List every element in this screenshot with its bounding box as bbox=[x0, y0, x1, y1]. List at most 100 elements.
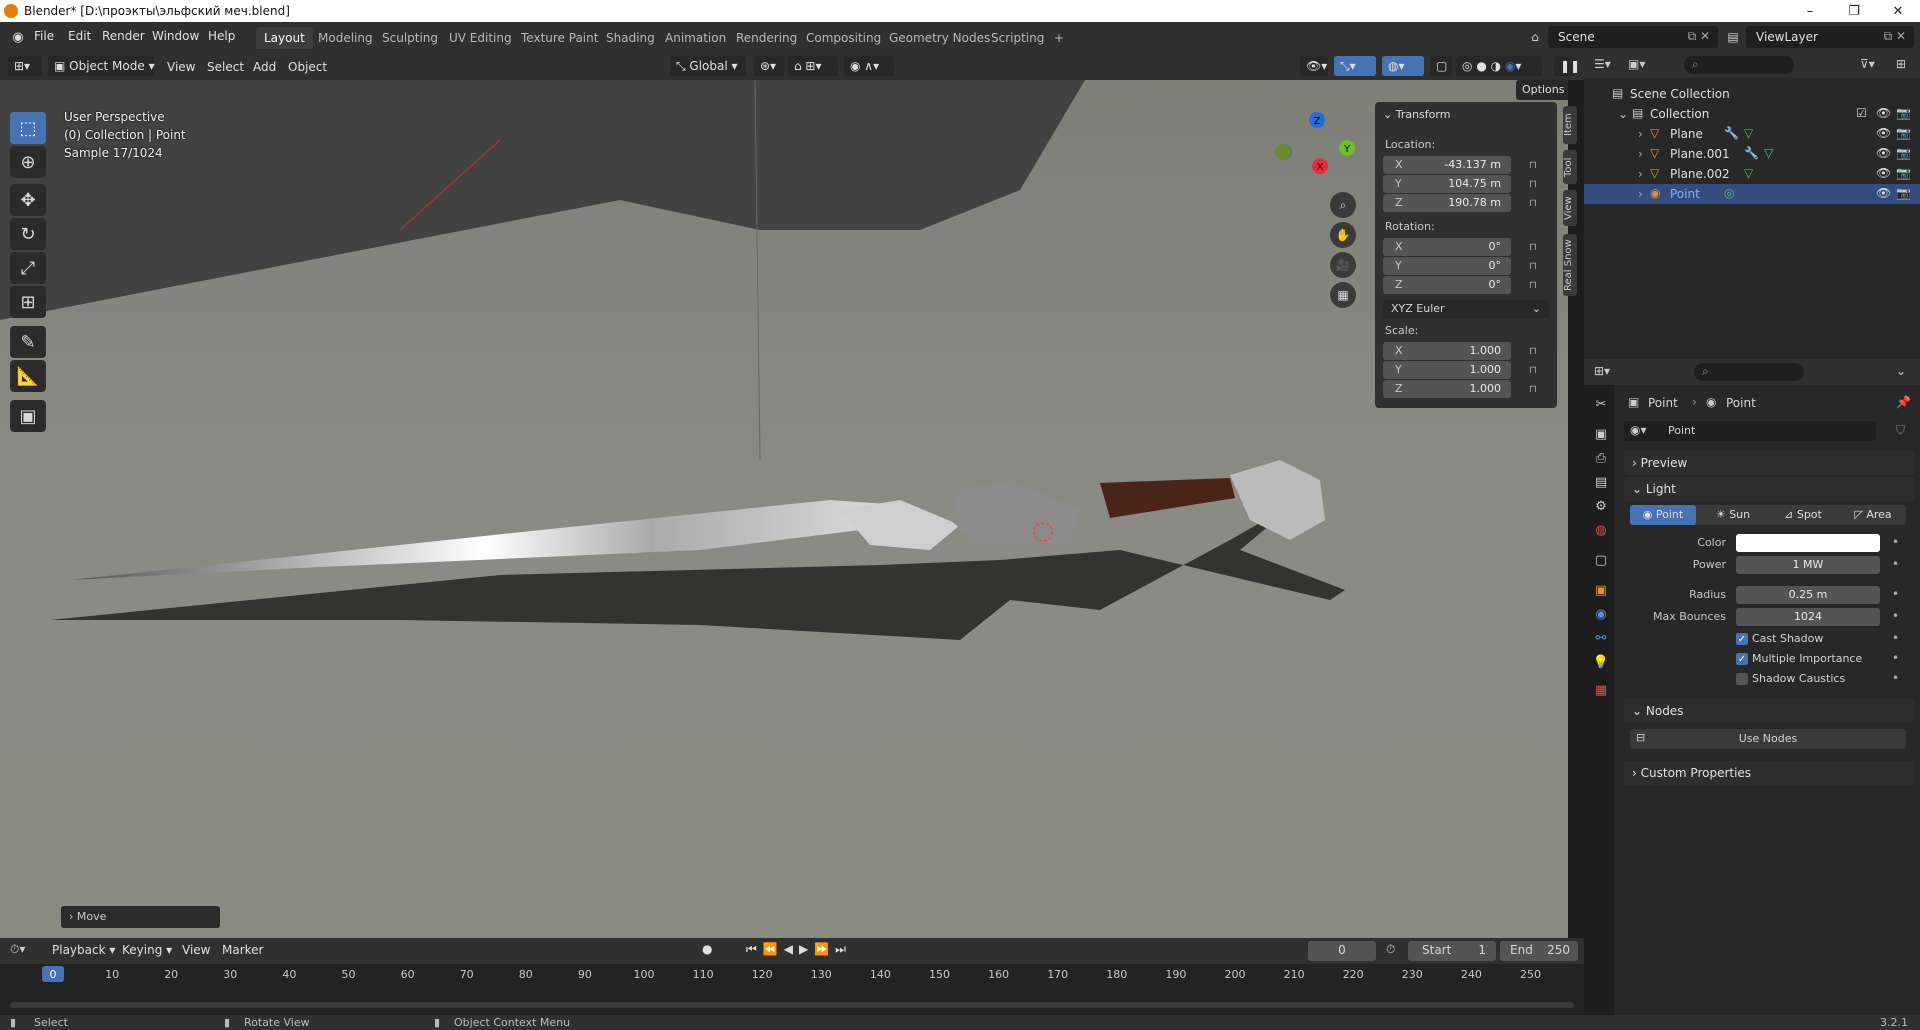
blender-menu-icon[interactable]: ◉ bbox=[10, 29, 26, 45]
pin-icon[interactable]: 📌 bbox=[1896, 395, 1911, 409]
solid-shading-icon[interactable]: ● bbox=[1476, 59, 1486, 73]
light-type-spot[interactable]: ⊿ Spot bbox=[1770, 505, 1836, 525]
section-preview[interactable]: › Preview bbox=[1624, 451, 1914, 475]
start-frame-field[interactable]: Start 1 bbox=[1408, 941, 1496, 961]
measure-icon[interactable]: 📐 bbox=[10, 360, 46, 392]
keyframe-dot-icon[interactable]: • bbox=[1892, 535, 1899, 549]
menu-object[interactable]: Object bbox=[288, 60, 327, 74]
proportional-edit-icon[interactable]: ◉ ∧▾ bbox=[844, 56, 894, 76]
menu-render[interactable]: Render bbox=[102, 29, 145, 43]
menu-edit[interactable]: Edit bbox=[68, 29, 91, 43]
tab-rendering[interactable]: Rendering bbox=[728, 27, 805, 49]
view-mode-icon[interactable]: ▣▾ bbox=[1628, 57, 1645, 71]
lock-icon[interactable]: ⊓ bbox=[1527, 178, 1539, 190]
fake-user-shield-icon[interactable]: ⛉ bbox=[1896, 423, 1905, 438]
scene-new-icon[interactable]: ⧉ ✕ bbox=[1688, 29, 1710, 44]
menu-file[interactable]: File bbox=[34, 29, 54, 43]
view-layer-tab-icon[interactable]: ▤ bbox=[1592, 473, 1610, 491]
rotation-z-field[interactable]: Z 0° bbox=[1383, 276, 1511, 294]
menu-timeline-view[interactable]: View bbox=[182, 943, 210, 957]
scale-icon[interactable]: ⤢ bbox=[10, 252, 46, 284]
display-mode-icon[interactable]: ☰▾ bbox=[1594, 57, 1611, 71]
keyframe-dot-icon[interactable]: • bbox=[1892, 651, 1899, 665]
maximize-icon[interactable]: ❐ bbox=[1832, 0, 1876, 22]
close-icon[interactable]: ✕ bbox=[1876, 0, 1920, 22]
editor-type-icon[interactable]: ⊞▾ bbox=[1594, 364, 1610, 378]
light-type-point[interactable]: ◉ Point bbox=[1630, 505, 1696, 525]
wireframe-shading-icon[interactable]: ◎ bbox=[1462, 59, 1472, 73]
keyframe-dot-icon[interactable]: • bbox=[1892, 631, 1899, 645]
cast-shadow-checkbox[interactable]: ✓ Cast Shadow bbox=[1736, 631, 1896, 647]
menu-playback[interactable]: Playback ▾ bbox=[52, 943, 115, 957]
options-button[interactable]: Options ▾ bbox=[1516, 80, 1568, 100]
datablock-selector[interactable]: ◉▾ Point bbox=[1624, 421, 1876, 441]
outliner-row-plane-001[interactable]: › ▽ Plane.001 🔧 ▽ 👁 📷 bbox=[1584, 144, 1920, 164]
pivot-icon[interactable]: ⊛▾ bbox=[754, 56, 784, 76]
lock-icon[interactable]: ⊓ bbox=[1527, 279, 1539, 291]
annotate-icon[interactable]: ✎ bbox=[10, 326, 46, 358]
gizmo-toggle-icon[interactable]: ⤡▾ bbox=[1334, 56, 1376, 76]
cursor-icon[interactable]: ⊕ bbox=[10, 146, 46, 178]
overlay-toggle-icon[interactable]: ◍▾ bbox=[1382, 56, 1424, 76]
end-frame-field[interactable]: End 250 bbox=[1500, 941, 1578, 961]
power-field[interactable]: 1 MW bbox=[1736, 556, 1880, 574]
eye-icon[interactable]: 👁 bbox=[1876, 106, 1891, 120]
pan-hand-icon[interactable]: ✋ bbox=[1330, 222, 1356, 248]
keyframe-dot-icon[interactable]: • bbox=[1892, 671, 1899, 685]
camera-icon[interactable]: 📷 bbox=[1896, 146, 1911, 160]
outliner-row-plane-002[interactable]: › ▽ Plane.002 ▽ 👁 📷 bbox=[1584, 164, 1920, 184]
pause-render-icon[interactable]: ❚❚ bbox=[1554, 56, 1580, 76]
ortho-grid-icon[interactable]: ▦ bbox=[1330, 282, 1356, 308]
gizmo-neg-y[interactable] bbox=[1275, 144, 1291, 160]
view-layer-selector[interactable]: ViewLayer ⧉ ✕ bbox=[1746, 26, 1914, 48]
rotation-mode-dropdown[interactable]: XYZ Euler ⌄ bbox=[1383, 300, 1549, 318]
editor-type-button[interactable]: ⊞▾ bbox=[8, 56, 42, 76]
texture-tab-icon[interactable]: ▦ bbox=[1592, 681, 1610, 699]
shadow-caustics-checkbox[interactable]: Shadow Caustics bbox=[1736, 671, 1896, 687]
keyframe-dot-icon[interactable]: • bbox=[1892, 587, 1899, 601]
last-operator-panel[interactable]: › Move bbox=[61, 906, 220, 928]
tab-animation[interactable]: Animation bbox=[657, 27, 734, 49]
record-icon[interactable]: ● bbox=[702, 942, 712, 956]
radius-field[interactable]: 0.25 m bbox=[1736, 586, 1880, 604]
scene-tab-icon[interactable]: ⚙ bbox=[1592, 497, 1610, 515]
tab-geometry-nodes[interactable]: Geometry Nodes bbox=[881, 27, 998, 49]
new-collection-icon[interactable]: ⊞ bbox=[1896, 57, 1906, 71]
light-type-sun[interactable]: ☀ Sun bbox=[1700, 505, 1766, 525]
current-frame-field[interactable]: 0 bbox=[1308, 941, 1376, 961]
add-cube-icon[interactable]: ▣ bbox=[10, 400, 46, 432]
constraints-tab-icon[interactable]: ⚯ bbox=[1592, 629, 1610, 647]
lock-icon[interactable]: ⊓ bbox=[1527, 241, 1539, 253]
xray-icon[interactable]: ▢ bbox=[1430, 56, 1452, 76]
visibility-icon[interactable]: 👁▾ bbox=[1300, 56, 1328, 76]
rotate-icon[interactable]: ↻ bbox=[10, 218, 46, 250]
zoom-icon[interactable]: ⌕ bbox=[1330, 192, 1356, 218]
use-nodes-button[interactable]: ⊟ Use Nodes bbox=[1630, 729, 1906, 749]
minimize-icon[interactable]: – bbox=[1788, 0, 1832, 22]
select-box-icon[interactable]: ⬚ bbox=[10, 112, 46, 144]
editor-type-icon[interactable]: ⏱▾ bbox=[10, 942, 25, 957]
mode-selector[interactable]: ▣ Object Mode ▾ bbox=[48, 56, 155, 76]
checkbox-icon[interactable]: ☑ bbox=[1856, 106, 1867, 120]
view-layer-new-icon[interactable]: ⧉ ✕ bbox=[1884, 29, 1906, 44]
section-custom-properties[interactable]: › Custom Properties bbox=[1624, 761, 1914, 785]
tab-layout[interactable]: Layout bbox=[256, 27, 313, 49]
output-tab-icon[interactable]: ⎙ bbox=[1592, 449, 1610, 467]
move-icon[interactable]: ✥ bbox=[10, 184, 46, 216]
menu-keying[interactable]: Keying ▾ bbox=[122, 943, 172, 957]
transform-icon[interactable]: ⊞ bbox=[10, 286, 46, 318]
menu-marker[interactable]: Marker bbox=[222, 943, 263, 957]
camera-icon[interactable]: 📷 bbox=[1896, 126, 1911, 140]
lock-icon[interactable]: ⊓ bbox=[1527, 159, 1539, 171]
add-workspace-button[interactable]: + bbox=[1046, 27, 1072, 49]
lock-icon[interactable]: ⊓ bbox=[1527, 345, 1539, 357]
eye-icon[interactable]: 👁 bbox=[1876, 186, 1891, 200]
light-type-area[interactable]: ◸ Area bbox=[1840, 505, 1906, 525]
tab-modeling[interactable]: Modeling bbox=[310, 27, 381, 49]
keyframe-dot-icon[interactable]: • bbox=[1892, 609, 1899, 623]
menu-help[interactable]: Help bbox=[208, 29, 235, 43]
chevron-down-icon[interactable]: ⌄ bbox=[1896, 364, 1906, 378]
scale-x-field[interactable]: X 1.000 bbox=[1383, 342, 1511, 360]
timeline-scrollbar[interactable] bbox=[10, 1002, 1574, 1008]
material-shading-icon[interactable]: ◑ bbox=[1491, 59, 1501, 73]
